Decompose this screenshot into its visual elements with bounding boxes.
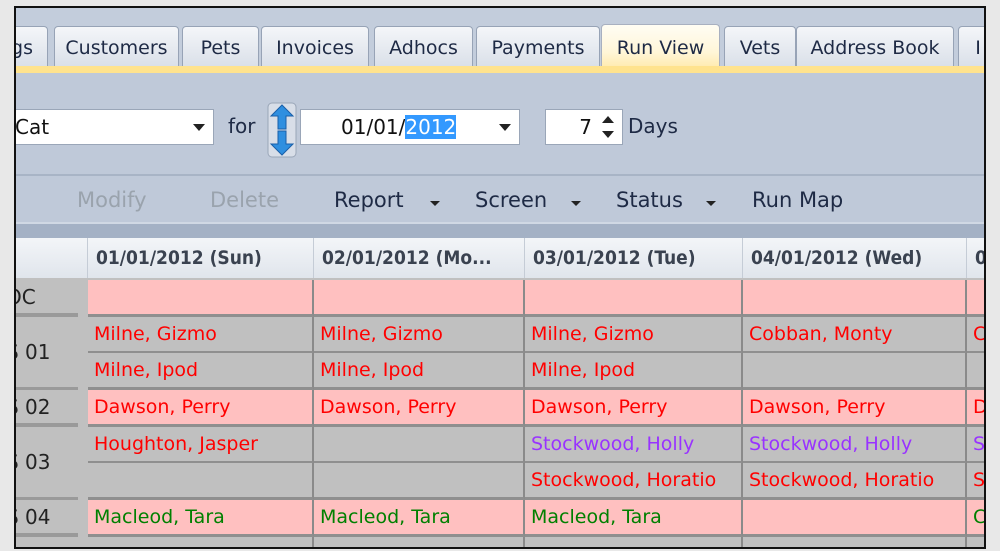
grid-cell[interactable] xyxy=(967,353,984,390)
toolbar: Modify Delete Report Screen Status Run M… xyxy=(16,178,984,224)
grid-cell[interactable]: Dawson, Perry xyxy=(525,390,743,427)
grid-cell[interactable]: S xyxy=(967,463,984,500)
grid-cell[interactable] xyxy=(967,280,984,317)
report-dropdown-icon[interactable] xyxy=(430,201,440,206)
column-header[interactable]: 0 xyxy=(967,238,984,278)
date-prefix: 01/01/ xyxy=(341,115,406,139)
status-button[interactable]: Status xyxy=(616,188,683,212)
grid-cell[interactable]: Milne, Gizmo xyxy=(525,317,743,354)
tab-invoices[interactable]: Invoices xyxy=(261,26,369,68)
pet-type-value: Cat xyxy=(15,115,50,139)
date-picker[interactable]: 01/01/2012 xyxy=(300,109,520,145)
grid-cell[interactable]: Dawson, Perry xyxy=(314,390,525,427)
grid-cell[interactable]: Macleod, Tara xyxy=(88,500,314,537)
row-header: OC xyxy=(16,280,78,317)
tab-bar: gsCustomersPetsInvoicesAdhocsPaymentsRun… xyxy=(16,8,984,70)
tab-gs[interactable]: gs xyxy=(16,26,48,68)
grid-cell[interactable]: Macleod, Tara xyxy=(314,500,525,537)
filter-panel: Cat for 01/01/2012 7 Days xyxy=(16,73,984,176)
grid-cell[interactable] xyxy=(743,280,967,317)
date-spin-arrows-icon[interactable] xyxy=(267,102,297,158)
grid-cell[interactable]: Dawson, Perry xyxy=(88,390,314,427)
tab-payments[interactable]: Payments xyxy=(476,26,600,68)
grid-cell[interactable]: Milne, Ipod xyxy=(525,353,743,390)
app-window: gsCustomersPetsInvoicesAdhocsPaymentsRun… xyxy=(14,6,986,549)
stepper-down-icon[interactable] xyxy=(602,131,614,138)
grid-cell[interactable] xyxy=(314,427,525,464)
tab-adhocs[interactable]: Adhocs xyxy=(374,26,473,68)
chevron-down-icon[interactable] xyxy=(193,124,205,131)
modify-button[interactable]: Modify xyxy=(77,188,147,212)
days-value: 7 xyxy=(579,115,592,139)
tab-customers[interactable]: Customers xyxy=(54,26,179,68)
grid-cell[interactable]: Milne, Ipod xyxy=(314,353,525,390)
grid-cell[interactable]: Dawson, Perry xyxy=(743,390,967,427)
grid-cell[interactable] xyxy=(88,280,314,317)
grid-cell[interactable]: Stockwood, Holly xyxy=(743,427,967,464)
column-header[interactable]: 03/01/2012 (Tue) xyxy=(525,238,743,278)
grid-cell[interactable]: D xyxy=(967,390,984,427)
grid-cell[interactable]: Stockwood, Horatio xyxy=(743,463,967,500)
tab-vets[interactable]: Vets xyxy=(724,26,796,68)
grid-cell[interactable]: S xyxy=(967,427,984,464)
delete-button[interactable]: Delete xyxy=(210,188,279,212)
grid-cell[interactable] xyxy=(525,537,743,547)
tab-address-book[interactable]: Address Book xyxy=(796,26,954,68)
grid-cell[interactable] xyxy=(525,280,743,317)
column-header[interactable]: 02/01/2012 (Mo... xyxy=(314,238,525,278)
grid-cell[interactable] xyxy=(743,353,967,390)
row-header: S 03 xyxy=(16,427,78,501)
grid-cell[interactable] xyxy=(314,537,525,547)
grid-cell[interactable]: Cobban, Monty xyxy=(743,317,967,354)
grid-corner xyxy=(16,238,88,278)
grid-cell[interactable]: C xyxy=(967,317,984,354)
tab-pets[interactable]: Pets xyxy=(182,26,259,68)
tab-run-view[interactable]: Run View xyxy=(601,24,720,70)
column-header[interactable]: 04/01/2012 (Wed) xyxy=(743,238,967,278)
grid-cell[interactable]: Milne, Gizmo xyxy=(314,317,525,354)
grid-cell[interactable] xyxy=(314,463,525,500)
grid-cell[interactable] xyxy=(88,463,314,500)
row-header xyxy=(16,537,88,547)
tab-underline xyxy=(16,66,984,73)
grid-cell[interactable]: Stockwood, Holly xyxy=(525,427,743,464)
chevron-down-icon[interactable] xyxy=(499,124,511,131)
grid-cell[interactable] xyxy=(743,537,967,547)
grid-cell[interactable]: Milne, Gizmo xyxy=(88,317,314,354)
grid-cell[interactable]: C xyxy=(967,500,984,537)
report-button[interactable]: Report xyxy=(334,188,404,212)
screen-dropdown-icon[interactable] xyxy=(571,201,581,206)
row-header: S 04 xyxy=(16,500,78,537)
grid-cell[interactable]: Stockwood, Horatio xyxy=(525,463,743,500)
grid-cell[interactable] xyxy=(967,537,984,547)
pet-type-combo[interactable]: Cat xyxy=(15,109,214,145)
stepper-up-icon[interactable] xyxy=(602,116,614,123)
grid-cell[interactable] xyxy=(314,280,525,317)
days-stepper[interactable]: 7 xyxy=(545,109,623,145)
column-header[interactable]: 01/01/2012 (Sun) xyxy=(88,238,314,278)
date-year-selected: 2012 xyxy=(405,115,457,139)
days-label: Days xyxy=(628,114,678,138)
status-dropdown-icon[interactable] xyxy=(706,201,716,206)
for-label: for xyxy=(228,114,256,138)
run-grid: 01/01/2012 (Sun) 02/01/2012 (Mo... 03/01/2… xyxy=(16,238,984,547)
grid-cell[interactable]: Houghton, Jasper xyxy=(88,427,314,464)
run-map-button[interactable]: Run Map xyxy=(752,188,843,212)
grid-cell[interactable] xyxy=(743,500,967,537)
grid-cell[interactable]: Milne, Ipod xyxy=(88,353,314,390)
screen-button[interactable]: Screen xyxy=(475,188,547,212)
row-header: S 02 xyxy=(16,390,78,427)
grid-cell[interactable]: Macleod, Tara xyxy=(525,500,743,537)
grid-cell[interactable] xyxy=(88,537,314,547)
row-header: S 01 xyxy=(16,317,78,391)
toolbar-separator xyxy=(16,224,984,238)
tab-i[interactable]: I xyxy=(958,26,984,68)
